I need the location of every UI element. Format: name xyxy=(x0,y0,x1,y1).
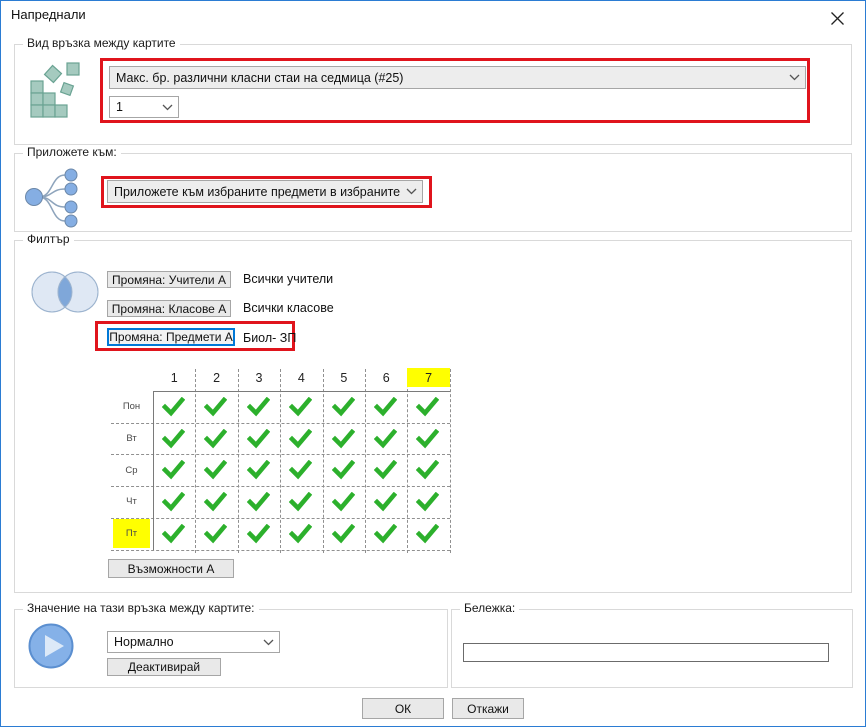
change-teachers-button[interactable]: Промяна: Учители А xyxy=(107,271,231,288)
cancel-button[interactable]: Откажи xyxy=(452,698,524,719)
constraint-count-value: 1 xyxy=(116,100,158,114)
day-header[interactable]: Пт xyxy=(113,519,150,549)
grid-cell-check[interactable] xyxy=(374,524,397,544)
constraint-type-select[interactable]: Макс. бр. различни класни стаи на седмиц… xyxy=(109,66,806,89)
change-classes-button[interactable]: Промяна: Класове А xyxy=(107,300,231,317)
grid-cell-check[interactable] xyxy=(162,524,185,544)
grid-line xyxy=(365,369,366,553)
grid-cell-check[interactable] xyxy=(204,429,227,449)
section-card-relation-label: Вид връзка между картите xyxy=(23,36,180,50)
grid-cell-check[interactable] xyxy=(416,524,439,544)
constraint-count-select[interactable]: 1 xyxy=(109,96,179,118)
grid-cell-check[interactable] xyxy=(374,460,397,480)
grid-cell-check[interactable] xyxy=(247,492,270,512)
period-header[interactable]: 3 xyxy=(238,368,280,387)
grid-line xyxy=(111,518,450,519)
grid-cell-check[interactable] xyxy=(289,429,312,449)
period-header[interactable]: 7 xyxy=(407,368,449,387)
hierarchy-tree-icon xyxy=(25,167,83,234)
grid-cell-check[interactable] xyxy=(416,397,439,417)
section-meaning-label: Значение на тази връзка между картите: xyxy=(23,601,259,615)
grid-cell-check[interactable] xyxy=(162,397,185,417)
grid-cell-check[interactable] xyxy=(204,397,227,417)
play-icon[interactable] xyxy=(27,622,75,675)
grid-cell-check[interactable] xyxy=(374,429,397,449)
chevron-down-icon xyxy=(406,188,417,195)
grid-cell-check[interactable] xyxy=(204,524,227,544)
cards-scatter-icon xyxy=(29,58,93,125)
apply-to-value: Приложете към избраните предмети в избра… xyxy=(114,185,402,199)
grid-cell-check[interactable] xyxy=(416,460,439,480)
section-apply-to-label: Приложете към: xyxy=(23,145,121,159)
apply-to-select[interactable]: Приложете към избраните предмети в избра… xyxy=(107,180,423,203)
chevron-down-icon xyxy=(263,639,274,646)
meaning-select[interactable]: Нормално xyxy=(107,631,280,653)
venn-diagram-icon xyxy=(25,269,103,320)
meaning-value: Нормално xyxy=(114,635,259,649)
grid-cell-check[interactable] xyxy=(247,397,270,417)
grid-line xyxy=(153,391,154,550)
period-header[interactable]: 4 xyxy=(280,368,322,387)
grid-line xyxy=(323,369,324,553)
grid-line xyxy=(111,550,450,551)
grid-cell-check[interactable] xyxy=(247,460,270,480)
period-header[interactable]: 5 xyxy=(323,368,365,387)
deactivate-button[interactable]: Деактивирай xyxy=(107,658,221,676)
close-icon[interactable] xyxy=(830,11,846,27)
grid-cell-check[interactable] xyxy=(289,492,312,512)
day-header[interactable]: Вт xyxy=(113,424,150,454)
grid-cell-check[interactable] xyxy=(416,429,439,449)
grid-cell-check[interactable] xyxy=(204,460,227,480)
grid-cell-check[interactable] xyxy=(162,492,185,512)
grid-cell-check[interactable] xyxy=(247,429,270,449)
constraint-type-value: Макс. бр. различни класни стаи на седмиц… xyxy=(116,71,785,85)
day-header[interactable]: Ср xyxy=(113,455,150,485)
note-input[interactable] xyxy=(463,643,829,662)
grid-line xyxy=(238,369,239,553)
grid-cell-check[interactable] xyxy=(374,397,397,417)
grid-line xyxy=(280,369,281,553)
grid-cell-check[interactable] xyxy=(332,460,355,480)
grid-cell-check[interactable] xyxy=(374,492,397,512)
period-header[interactable]: 6 xyxy=(365,368,407,387)
grid-cell-check[interactable] xyxy=(162,460,185,480)
grid-line xyxy=(450,369,451,553)
grid-cell-check[interactable] xyxy=(332,429,355,449)
grid-cell-check[interactable] xyxy=(332,492,355,512)
subjects-filter-value: Биол- ЗП xyxy=(243,331,296,345)
dialog-title: Напреднали xyxy=(11,7,86,22)
grid-cell-check[interactable] xyxy=(289,524,312,544)
grid-cell-check[interactable] xyxy=(162,429,185,449)
grid-cell-check[interactable] xyxy=(289,397,312,417)
classes-filter-value: Всички класове xyxy=(243,301,334,315)
grid-cell-check[interactable] xyxy=(204,492,227,512)
section-card-relation: Вид връзка между картите xyxy=(14,44,852,145)
grid-line xyxy=(111,486,450,487)
advanced-dialog: Напреднали Вид връзка между картите Макс… xyxy=(0,0,866,727)
grid-line xyxy=(153,391,450,392)
grid-line xyxy=(111,454,450,455)
period-header[interactable]: 1 xyxy=(153,368,195,387)
day-header[interactable]: Пон xyxy=(113,392,150,422)
grid-line xyxy=(195,369,196,553)
section-note-label: Бележка: xyxy=(460,601,519,615)
day-header[interactable]: Чт xyxy=(113,487,150,517)
teachers-filter-value: Всички учители xyxy=(243,272,333,286)
grid-cell-check[interactable] xyxy=(416,492,439,512)
grid-cell-check[interactable] xyxy=(332,524,355,544)
grid-cell-check[interactable] xyxy=(332,397,355,417)
chevron-down-icon xyxy=(162,104,173,111)
grid-cell-check[interactable] xyxy=(289,460,312,480)
period-header[interactable]: 2 xyxy=(195,368,237,387)
grid-line xyxy=(407,369,408,553)
grid-cell-check[interactable] xyxy=(247,524,270,544)
change-subjects-button[interactable]: Промяна: Предмети А xyxy=(107,328,235,346)
chevron-down-icon xyxy=(789,74,800,81)
section-filter-label: Филтър xyxy=(23,232,74,246)
ok-button[interactable]: ОК xyxy=(362,698,444,719)
possibilities-button[interactable]: Възможности А xyxy=(108,559,234,578)
grid-line xyxy=(111,423,450,424)
